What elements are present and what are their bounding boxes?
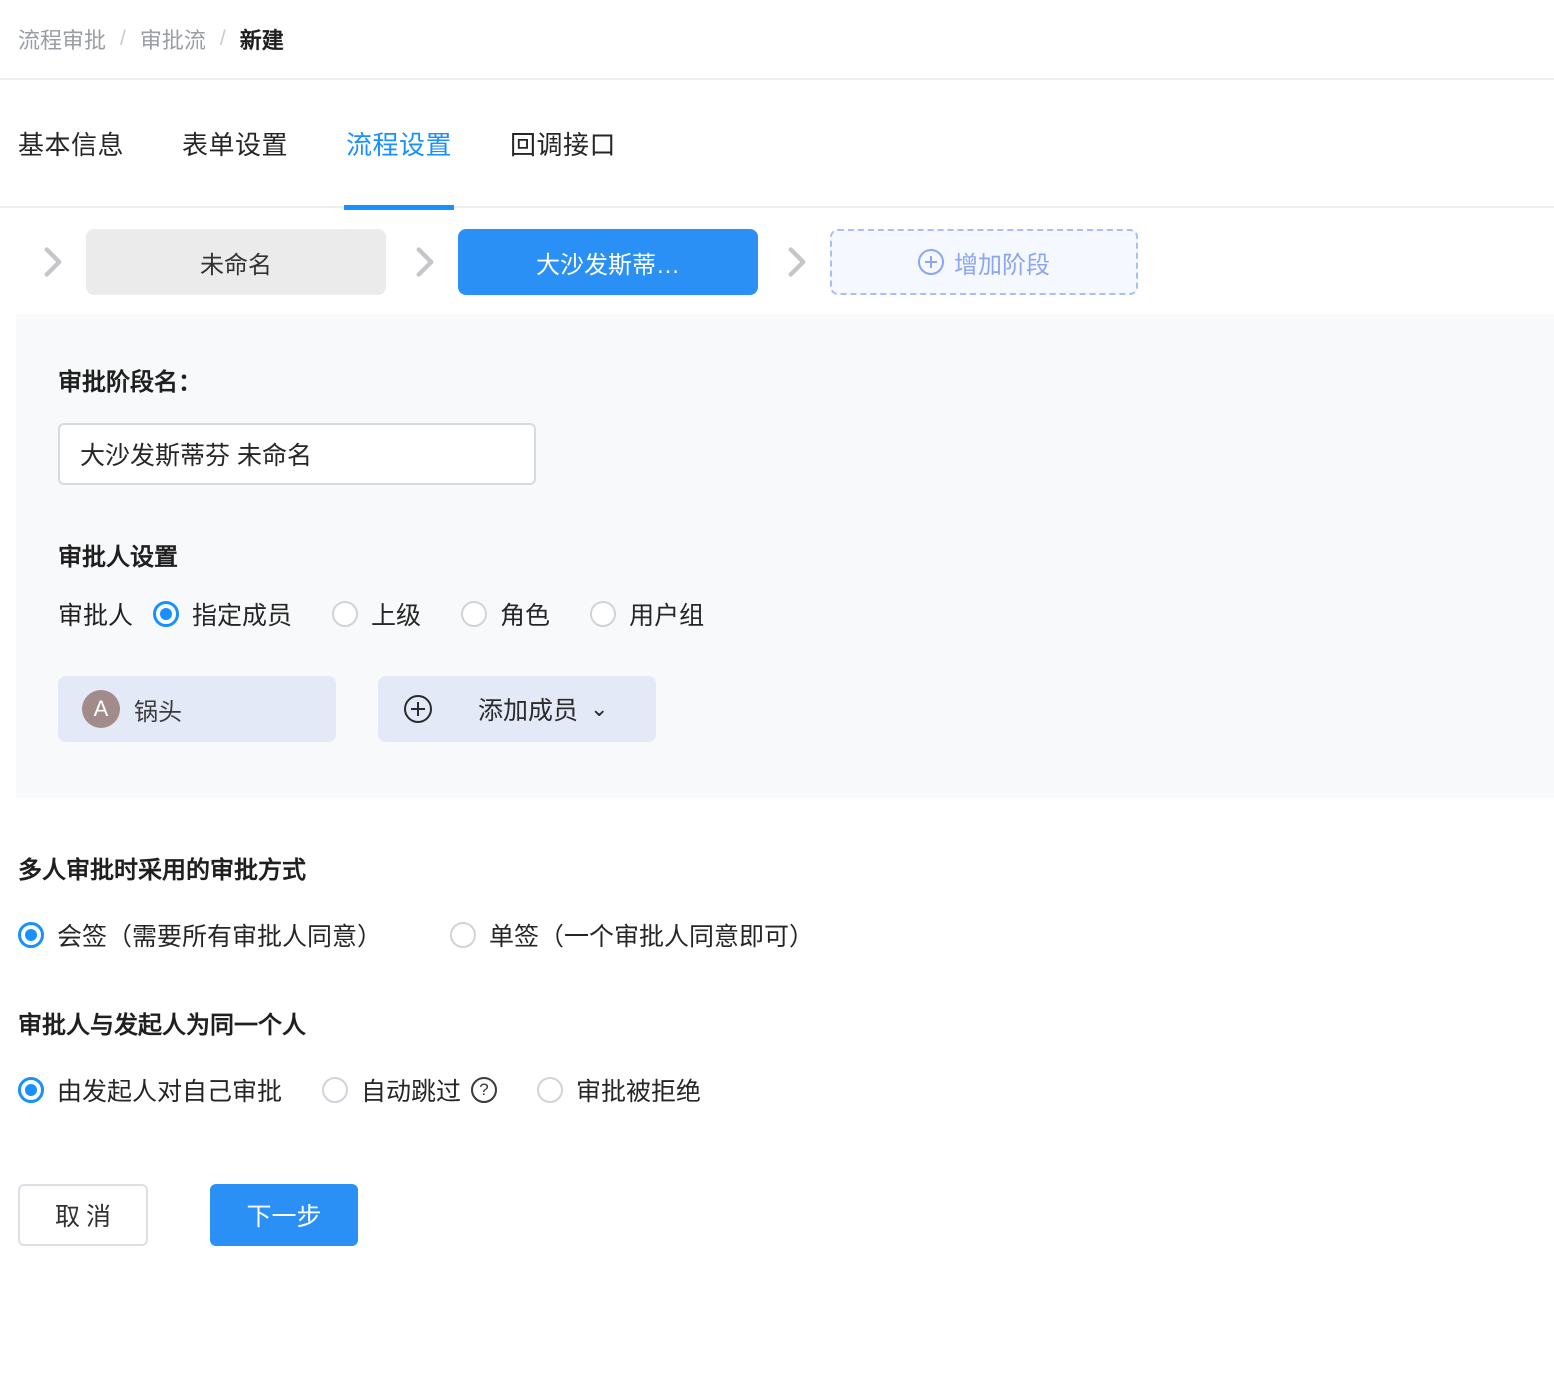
multi-approval-title: 多人审批时采用的审批方式 bbox=[18, 857, 306, 884]
tab-callback-interface[interactable]: 回调接口 bbox=[510, 79, 616, 207]
approver-option-role[interactable]: 角色 bbox=[461, 596, 550, 632]
approver-option-user-group-label: 用户组 bbox=[629, 602, 705, 630]
radio-icon bbox=[537, 1077, 564, 1103]
add-member-button[interactable]: 添加成员 ⌄ bbox=[378, 676, 656, 742]
approver-lead-label: 审批人 bbox=[58, 602, 134, 630]
next-step-button[interactable]: 下一步 bbox=[210, 1184, 358, 1246]
breadcrumb: 流程审批 / 审批流 / 新建 bbox=[0, 0, 1554, 80]
same-person-radio-group: 由发起人对自己审批 自动跳过 ? 审批被拒绝 bbox=[18, 1072, 1554, 1108]
stage-step-active[interactable]: 大沙发斯蒂… bbox=[458, 229, 758, 295]
breadcrumb-separator-2: / bbox=[219, 27, 226, 50]
breadcrumb-separator-1: / bbox=[120, 27, 126, 50]
approver-option-specified-member-label: 指定成员 bbox=[192, 602, 293, 630]
approver-option-role-label: 角色 bbox=[500, 602, 551, 630]
approver-option-user-group[interactable]: 用户组 bbox=[590, 596, 704, 632]
same-person-option-self-approve-label: 由发起人对自己审批 bbox=[57, 1078, 283, 1106]
member-chip[interactable]: A 锅头 bbox=[58, 676, 336, 742]
stage-settings-panel: 审批阶段名： 审批人设置 审批人 指定成员 上级 角色 用户组 A 锅头 添加成… bbox=[16, 314, 1554, 798]
member-name: 锅头 bbox=[134, 698, 182, 726]
radio-icon bbox=[322, 1077, 349, 1103]
member-list: A 锅头 添加成员 ⌄ bbox=[58, 676, 1554, 742]
approver-option-specified-member[interactable]: 指定成员 bbox=[153, 596, 292, 632]
same-person-section: 审批人与发起人为同一个人 由发起人对自己审批 自动跳过 ? 审批被拒绝 bbox=[0, 1005, 1554, 1108]
radio-icon bbox=[450, 922, 477, 948]
breadcrumb-item-1[interactable]: 流程审批 bbox=[18, 23, 106, 55]
same-person-option-rejected[interactable]: 审批被拒绝 bbox=[537, 1072, 701, 1108]
breadcrumb-item-2[interactable]: 审批流 bbox=[140, 23, 206, 55]
add-stage-label: 增加阶段 bbox=[954, 251, 1050, 279]
tab-bar: 基本信息 表单设置 流程设置 回调接口 bbox=[0, 79, 1554, 210]
chevron-right-icon bbox=[788, 247, 806, 277]
radio-icon-selected bbox=[153, 601, 180, 627]
stage-name-label: 审批阶段名： bbox=[58, 369, 202, 396]
avatar: A bbox=[82, 690, 120, 728]
tab-process-settings[interactable]: 流程设置 bbox=[344, 79, 455, 210]
approver-option-superior-label: 上级 bbox=[371, 602, 422, 630]
question-circle-icon[interactable]: ? bbox=[471, 1077, 498, 1103]
breadcrumb-item-current: 新建 bbox=[239, 28, 284, 53]
add-stage-button[interactable]: 增加阶段 bbox=[830, 229, 1138, 295]
multi-approval-option-single-sign[interactable]: 单签（一个审批人同意即可） bbox=[450, 917, 814, 953]
same-person-option-rejected-label: 审批被拒绝 bbox=[576, 1078, 702, 1106]
radio-icon bbox=[332, 601, 359, 627]
same-person-option-self-approve[interactable]: 由发起人对自己审批 bbox=[18, 1072, 282, 1108]
plus-circle-icon bbox=[404, 695, 432, 723]
stage-step-unnamed[interactable]: 未命名 bbox=[86, 229, 386, 295]
tab-form-settings[interactable]: 表单设置 bbox=[182, 79, 288, 207]
multi-approval-radio-group: 会签（需要所有审批人同意） 单签（一个审批人同意即可） bbox=[18, 917, 1554, 953]
stage-step-unnamed-label: 未命名 bbox=[200, 251, 272, 279]
chevron-right-icon bbox=[416, 247, 434, 277]
plus-circle-icon bbox=[918, 249, 944, 275]
multi-approval-section: 多人审批时采用的审批方式 会签（需要所有审批人同意） 单签（一个审批人同意即可） bbox=[0, 850, 1554, 953]
cancel-button[interactable]: 取消 bbox=[18, 1184, 148, 1246]
tab-basic-info[interactable]: 基本信息 bbox=[18, 79, 124, 207]
multi-approval-option-single-sign-label: 单签（一个审批人同意即可） bbox=[489, 923, 815, 951]
same-person-option-auto-skip-label: 自动跳过 bbox=[361, 1078, 462, 1106]
stage-step-active-label: 大沙发斯蒂… bbox=[536, 251, 680, 279]
multi-approval-option-countersign[interactable]: 会签（需要所有审批人同意） bbox=[18, 917, 382, 953]
add-member-label: 添加成员 bbox=[478, 697, 579, 725]
radio-icon bbox=[590, 601, 617, 627]
footer-actions: 取消 下一步 bbox=[0, 1184, 1554, 1246]
stage-name-input[interactable] bbox=[58, 423, 536, 485]
radio-icon-selected bbox=[18, 1077, 44, 1103]
chevron-right-icon bbox=[44, 247, 62, 277]
multi-approval-option-countersign-label: 会签（需要所有审批人同意） bbox=[57, 923, 383, 951]
approver-type-radio-group: 审批人 指定成员 上级 角色 用户组 bbox=[58, 596, 1554, 632]
approver-option-superior[interactable]: 上级 bbox=[332, 596, 421, 632]
stage-step-bar: 未命名 大沙发斯蒂… 增加阶段 bbox=[0, 208, 1554, 314]
chevron-down-icon: ⌄ bbox=[590, 696, 609, 721]
same-person-option-auto-skip[interactable]: 自动跳过 ? bbox=[322, 1072, 498, 1108]
approver-settings-title: 审批人设置 bbox=[58, 544, 178, 571]
radio-icon bbox=[461, 601, 488, 627]
radio-icon-selected bbox=[18, 922, 44, 948]
same-person-title: 审批人与发起人为同一个人 bbox=[18, 1012, 306, 1039]
